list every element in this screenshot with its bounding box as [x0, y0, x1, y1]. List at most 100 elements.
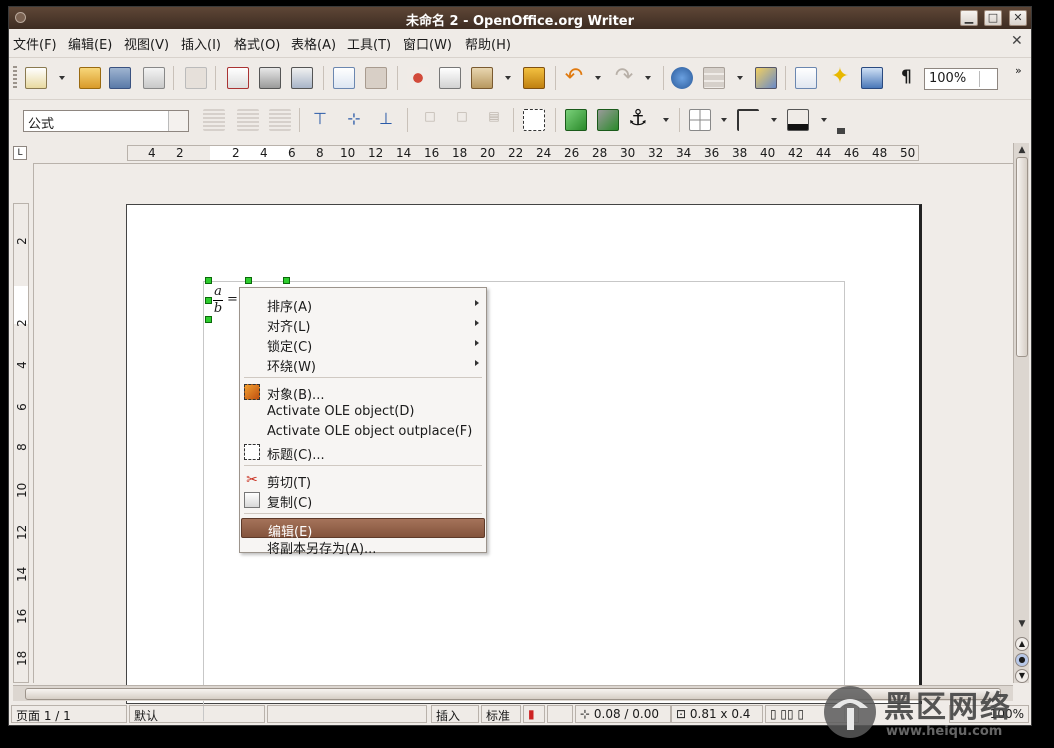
- selection-handle[interactable]: [205, 316, 212, 323]
- undo-icon[interactable]: ↶: [563, 66, 585, 89]
- selection-handle[interactable]: [245, 277, 252, 284]
- bring-to-front-icon[interactable]: [565, 109, 587, 131]
- new-document-icon[interactable]: [25, 67, 47, 89]
- border-style-dropdown-icon[interactable]: [771, 118, 777, 122]
- toolbar-overflow-icon[interactable]: [837, 128, 845, 134]
- close-window-button[interactable]: ✕: [1009, 10, 1027, 26]
- title-bar[interactable]: 未命名 2 - OpenOffice.org Writer ▁ □ ✕: [9, 7, 1031, 29]
- menu-table[interactable]: 表格(A): [291, 34, 336, 53]
- borders-icon[interactable]: [689, 109, 711, 131]
- align-left-icon[interactable]: [203, 109, 225, 131]
- menu-item-activate-ole[interactable]: Activate OLE object(D): [241, 402, 485, 422]
- menu-tools[interactable]: 工具(T): [347, 34, 391, 53]
- vertical-scrollbar[interactable]: ▲ ▼ ▲ ● ▼: [1013, 143, 1029, 683]
- wrap-page-icon[interactable]: □: [451, 109, 473, 131]
- align-right-icon[interactable]: [269, 109, 291, 131]
- close-document-icon[interactable]: ✕: [1011, 33, 1023, 49]
- anchor-icon[interactable]: ⚓: [627, 108, 649, 131]
- send-to-back-icon[interactable]: [597, 109, 619, 131]
- gallery-icon[interactable]: [861, 67, 883, 89]
- menu-view[interactable]: 视图(V): [124, 34, 169, 53]
- zoom-select[interactable]: 100%: [924, 68, 998, 90]
- email-icon[interactable]: [143, 67, 165, 89]
- show-draw-functions-icon[interactable]: [755, 67, 777, 89]
- scroll-down-icon[interactable]: ▼: [1015, 617, 1029, 631]
- frame-properties-icon[interactable]: [523, 109, 545, 131]
- edit-file-icon[interactable]: [185, 67, 207, 89]
- paragraph-style-select[interactable]: 公式: [23, 110, 189, 132]
- autospellcheck-icon[interactable]: [365, 67, 387, 89]
- document-canvas[interactable]: a b =: [33, 163, 1013, 721]
- cut-icon[interactable]: [407, 67, 429, 89]
- horizontal-scroll-thumb[interactable]: [25, 688, 1001, 700]
- hyperlink-icon[interactable]: [671, 67, 693, 89]
- status-signature[interactable]: [547, 705, 573, 723]
- print-icon[interactable]: [259, 67, 281, 89]
- menu-item-cut[interactable]: ✂ 剪切(T): [241, 470, 485, 491]
- vertical-ruler[interactable]: 2 2 4 6 8 10 12 14 16 18: [13, 203, 29, 683]
- chevron-down-icon[interactable]: [168, 111, 188, 131]
- wrap-off-icon[interactable]: □: [419, 109, 441, 131]
- menu-item-copy[interactable]: 复制(C): [241, 490, 485, 511]
- formatting-marks-icon[interactable]: ¶: [901, 67, 912, 87]
- menu-file[interactable]: 文件(F): [13, 34, 57, 53]
- border-color-icon[interactable]: [787, 109, 809, 131]
- status-selection-mode[interactable]: 标准: [481, 705, 521, 723]
- menu-window[interactable]: 窗口(W): [403, 34, 452, 53]
- new-dropdown-icon[interactable]: [59, 76, 65, 80]
- menu-item-wrap[interactable]: 环绕(W): [241, 354, 485, 375]
- next-page-icon[interactable]: ▼: [1015, 669, 1029, 683]
- align-middle-icon[interactable]: ⊹: [343, 109, 365, 131]
- borders-dropdown-icon[interactable]: [721, 118, 727, 122]
- minimize-button[interactable]: ▁: [960, 10, 978, 26]
- vertical-scroll-thumb[interactable]: [1016, 157, 1028, 357]
- status-zoom[interactable]: 100%: [949, 705, 1029, 723]
- menu-item-anchor[interactable]: 锁定(C): [241, 334, 485, 355]
- redo-icon[interactable]: ↷: [613, 66, 635, 89]
- anchor-dropdown-icon[interactable]: [663, 118, 669, 122]
- paste-dropdown-icon[interactable]: [505, 76, 511, 80]
- redo-dropdown-icon[interactable]: [645, 76, 651, 80]
- wrap-through-icon[interactable]: ▤: [483, 109, 505, 131]
- menu-item-activate-ole-outplace[interactable]: Activate OLE object outplace(F): [241, 422, 485, 442]
- find-replace-icon[interactable]: [795, 67, 817, 89]
- paste-icon[interactable]: [471, 67, 493, 89]
- undo-dropdown-icon[interactable]: [595, 76, 601, 80]
- export-pdf-icon[interactable]: [227, 67, 249, 89]
- align-center-icon[interactable]: [237, 109, 259, 131]
- previous-page-icon[interactable]: ▲: [1015, 637, 1029, 651]
- print-preview-icon[interactable]: [291, 67, 313, 89]
- open-folder-icon[interactable]: [79, 67, 101, 89]
- tab-stop-selector-icon[interactable]: L: [13, 146, 27, 160]
- menu-item-object[interactable]: 对象(B)...: [241, 382, 485, 403]
- selection-handle[interactable]: [205, 297, 212, 304]
- border-style-icon[interactable]: [737, 109, 759, 131]
- border-color-dropdown-icon[interactable]: [821, 118, 827, 122]
- maximize-button[interactable]: □: [984, 10, 1002, 26]
- menu-item-align[interactable]: 对齐(L): [241, 314, 485, 335]
- table-icon[interactable]: [703, 67, 725, 89]
- format-paintbrush-icon[interactable]: [523, 67, 545, 89]
- navigation-icon[interactable]: ●: [1015, 653, 1029, 667]
- navigator-icon[interactable]: ✦: [829, 66, 851, 89]
- status-page[interactable]: 页面 1 / 1: [11, 705, 127, 723]
- horizontal-ruler[interactable]: 4 2 2 4 6 8 10 12 14 16 18 20 22 24 26 2…: [127, 145, 919, 161]
- horizontal-scrollbar[interactable]: [13, 685, 1013, 701]
- view-layout-icons[interactable]: ▯ ▯▯ ▯: [765, 705, 859, 723]
- spellcheck-icon[interactable]: [333, 67, 355, 89]
- menu-item-save-copy-as[interactable]: 将副本另存为(A)...: [241, 538, 485, 557]
- toolbar-grip[interactable]: [13, 66, 17, 90]
- toolbar-overflow-icon[interactable]: »: [1015, 64, 1022, 77]
- selection-handle[interactable]: [283, 277, 290, 284]
- menu-item-edit[interactable]: 编辑(E): [241, 518, 485, 540]
- menu-item-caption[interactable]: 标题(C)...: [241, 442, 485, 463]
- menu-format[interactable]: 格式(O): [234, 34, 280, 53]
- status-page-style[interactable]: 默认: [129, 705, 265, 723]
- save-icon[interactable]: [109, 67, 131, 89]
- status-insert-mode[interactable]: 插入: [431, 705, 479, 723]
- scroll-up-icon[interactable]: ▲: [1015, 143, 1029, 157]
- menu-help[interactable]: 帮助(H): [465, 34, 511, 53]
- menu-item-arrange[interactable]: 排序(A): [241, 294, 485, 315]
- selection-handle[interactable]: [205, 277, 212, 284]
- chevron-down-icon[interactable]: [979, 71, 995, 87]
